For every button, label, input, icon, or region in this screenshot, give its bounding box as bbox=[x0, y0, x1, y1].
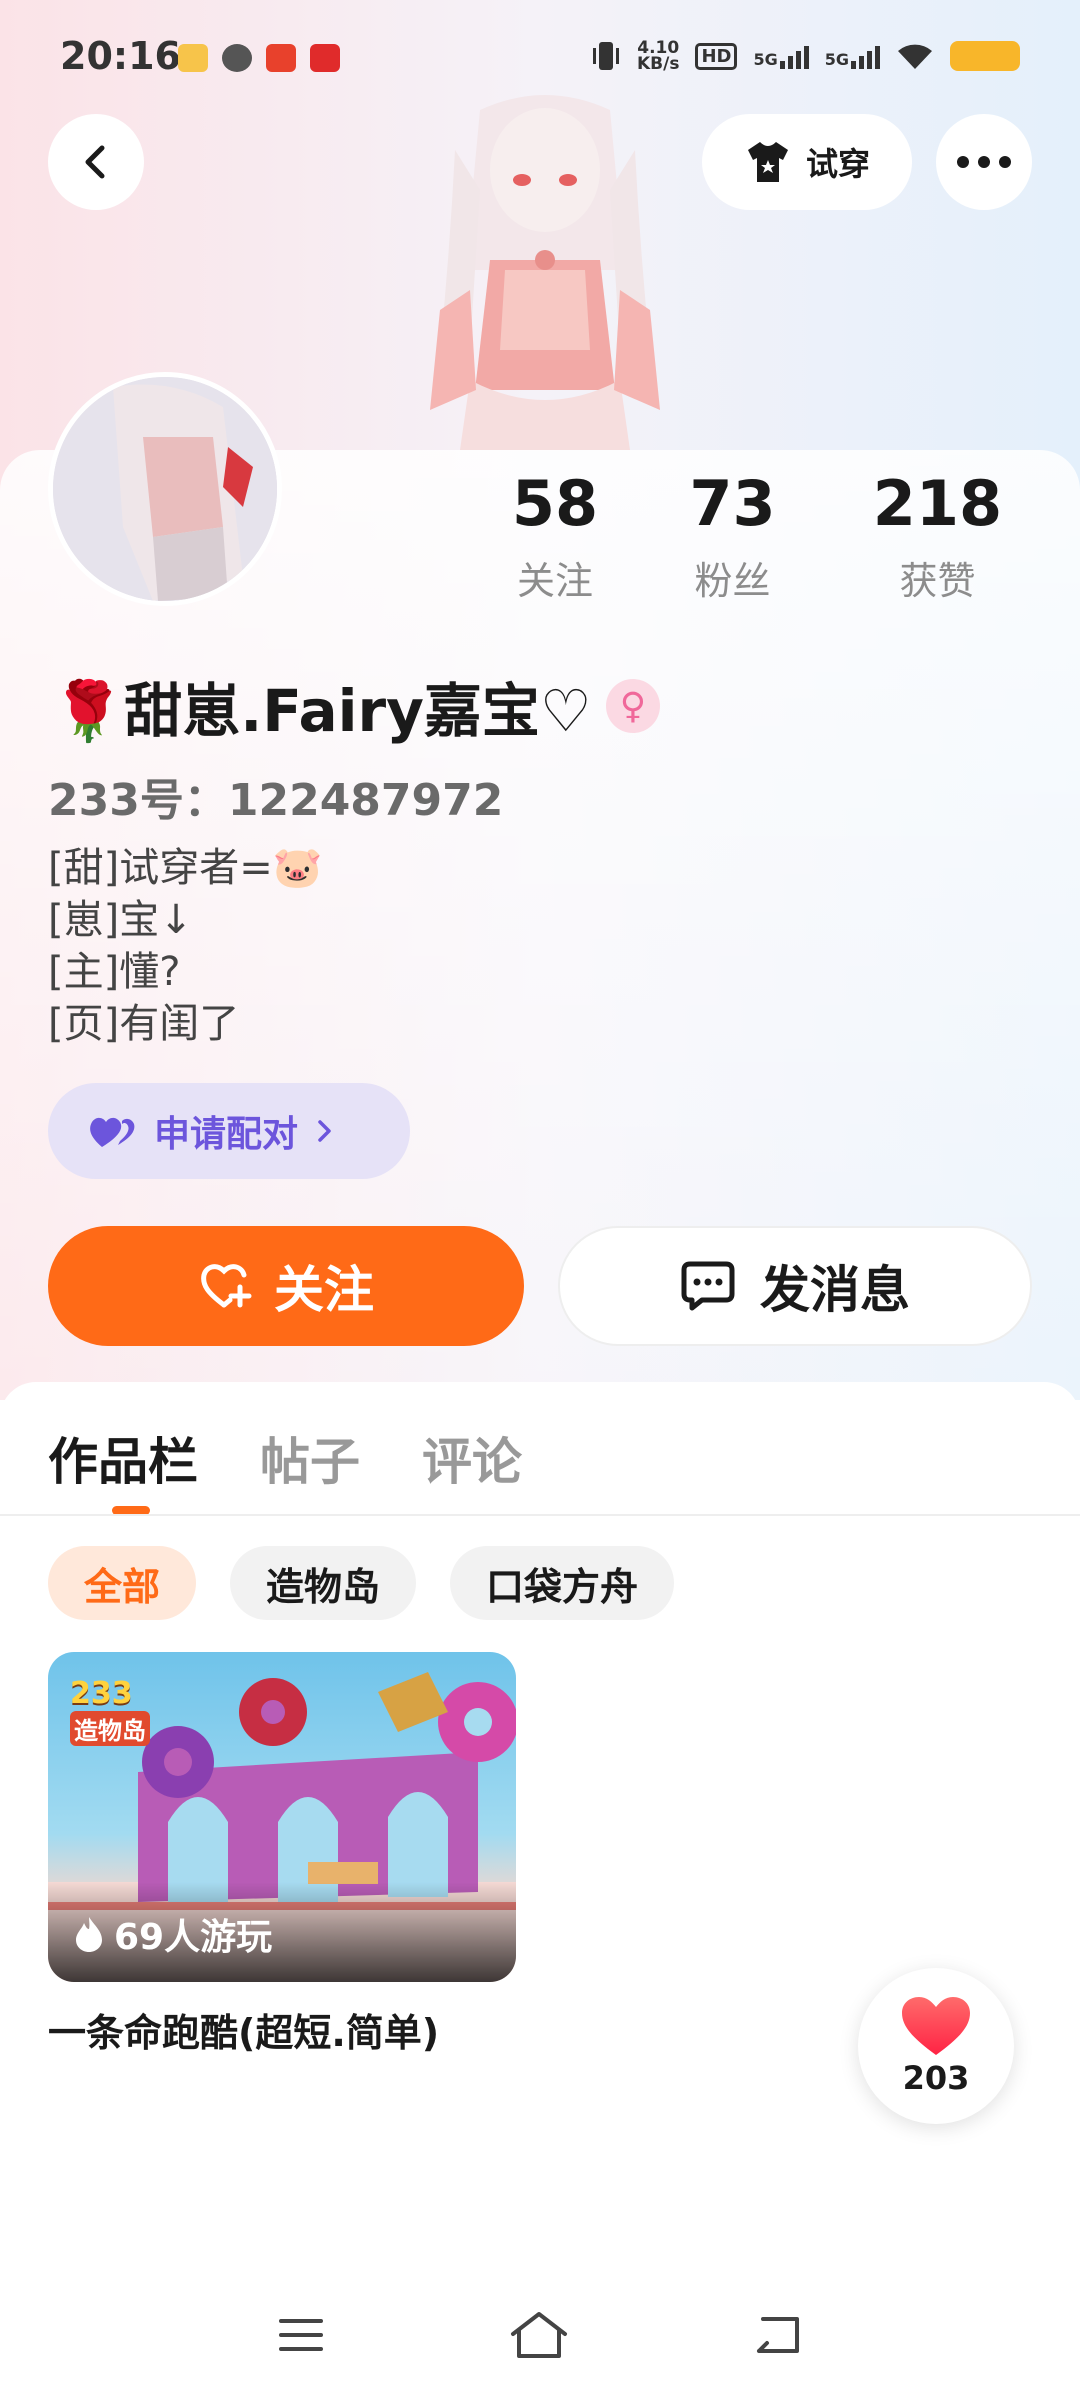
try-on-button[interactable]: 试穿 bbox=[702, 114, 912, 210]
bio-line: [页]有闺了 bbox=[48, 1001, 240, 1047]
logo-text-top: 233 bbox=[70, 1676, 133, 1711]
battery-icon bbox=[950, 41, 1020, 71]
system-navigation-bar bbox=[0, 2290, 1080, 2380]
stat-followers[interactable]: 73 粉丝 bbox=[630, 468, 835, 605]
content-panel: 作品栏 帖子 评论 全部 造物岛 口袋方舟 233 造物岛 69人游玩 一条命跑… bbox=[0, 1382, 1080, 2400]
bio-line: [主]懂? bbox=[48, 949, 181, 995]
heart-icon bbox=[902, 1997, 970, 2055]
chat-bubble-icon bbox=[681, 1261, 735, 1311]
tab-comments[interactable]: 评论 bbox=[422, 1422, 522, 1494]
speed-unit: KB/s bbox=[636, 54, 680, 74]
chevron-left-icon bbox=[85, 145, 105, 179]
signal-icon bbox=[851, 43, 880, 69]
network-speed: 4.10 KB/s bbox=[636, 40, 680, 74]
status-time: 20:16 bbox=[60, 34, 181, 78]
vibrate-icon bbox=[592, 42, 619, 70]
name-row: 🌹甜崽.Fairy嘉宝♡ ♀ bbox=[52, 664, 660, 748]
follow-label: 关注 bbox=[274, 1261, 374, 1319]
bio: [甜]试穿者=🐷 [崽]宝↓ [主]懂? [页]有闺了 bbox=[48, 842, 323, 1050]
more-dots-icon bbox=[957, 156, 1011, 168]
logo-text-bottom: 造物岛 bbox=[70, 1711, 150, 1746]
follow-button[interactable]: 关注 bbox=[48, 1226, 524, 1346]
play-count: 69人游玩 bbox=[74, 1908, 272, 1960]
home-icon bbox=[511, 2312, 567, 2358]
stat-following[interactable]: 58 关注 bbox=[480, 468, 630, 605]
tab-works[interactable]: 作品栏 bbox=[48, 1422, 198, 1494]
heart-plus-icon bbox=[201, 1264, 252, 1308]
more-button[interactable] bbox=[936, 114, 1032, 210]
menu-button[interactable] bbox=[266, 2300, 336, 2370]
bio-line: [甜]试穿者=🐷 bbox=[48, 845, 323, 891]
signal-label: 5G bbox=[753, 50, 778, 69]
flame-icon bbox=[76, 1917, 102, 1952]
request-pair-label: 申请配对 bbox=[154, 1114, 299, 1155]
work-card-thumbnail[interactable]: 233 造物岛 69人游玩 bbox=[48, 1652, 516, 1982]
return-icon bbox=[757, 2317, 799, 2353]
wifi-icon bbox=[898, 44, 932, 69]
signal-label: 5G bbox=[824, 50, 849, 69]
female-icon: ♀ bbox=[605, 679, 660, 733]
avatar-image bbox=[53, 377, 277, 601]
app-notification-icon bbox=[178, 44, 208, 72]
tab-posts[interactable]: 帖子 bbox=[260, 1422, 360, 1494]
avatar[interactable] bbox=[48, 372, 282, 606]
like-count: 203 bbox=[902, 2059, 970, 2097]
send-message-label: 发消息 bbox=[760, 1261, 910, 1319]
work-title[interactable]: 一条命跑酷(超短.简单) bbox=[48, 2002, 439, 2057]
wechat-icon bbox=[222, 44, 252, 72]
stat-value: 58 bbox=[511, 467, 599, 540]
filter-chip-creation-island[interactable]: 造物岛 bbox=[230, 1546, 417, 1620]
double-heart-icon bbox=[90, 1117, 135, 1147]
creation-island-logo: 233 造物岛 bbox=[70, 1676, 170, 1746]
status-right: 4.10 KB/s HD 5G 5G bbox=[591, 40, 1020, 74]
back-button[interactable] bbox=[48, 114, 144, 210]
send-message-button[interactable]: 发消息 bbox=[558, 1226, 1032, 1346]
user-name: 🌹甜崽.Fairy嘉宝♡ bbox=[52, 677, 592, 745]
stat-value: 218 bbox=[872, 467, 1003, 540]
try-on-label: 试穿 bbox=[805, 145, 870, 183]
filter-chips: 全部 造物岛 口袋方舟 bbox=[48, 1546, 675, 1620]
notification-icons bbox=[178, 44, 340, 72]
chevron-right-icon bbox=[318, 1120, 331, 1142]
like-floating-button[interactable]: 203 bbox=[858, 1968, 1014, 2124]
app-notification-icon bbox=[310, 44, 340, 72]
filter-chip-pocket-ark[interactable]: 口袋方舟 bbox=[450, 1546, 675, 1620]
stat-label: 关注 bbox=[516, 559, 593, 603]
divider bbox=[0, 1514, 1080, 1516]
app-notification-icon bbox=[266, 44, 296, 72]
back-nav-button[interactable] bbox=[744, 2300, 814, 2370]
content-tabs: 作品栏 帖子 评论 bbox=[48, 1422, 522, 1494]
user-id: 233号：122487972 bbox=[48, 775, 504, 826]
avatar-character-illustration bbox=[430, 95, 660, 450]
play-count-label: 69人游玩 bbox=[114, 1917, 273, 1958]
stat-label: 粉丝 bbox=[694, 559, 771, 603]
hd-badge: HD bbox=[695, 42, 738, 70]
bio-line: [崽]宝↓ bbox=[48, 897, 193, 943]
home-button[interactable] bbox=[504, 2300, 574, 2370]
stat-label: 获赞 bbox=[899, 559, 976, 603]
profile-stats: 58 关注 73 粉丝 218 获赞 bbox=[480, 468, 1040, 605]
stat-value: 73 bbox=[689, 467, 776, 540]
menu-icon bbox=[279, 2319, 323, 2351]
filter-chip-all[interactable]: 全部 bbox=[48, 1546, 197, 1620]
stat-likes[interactable]: 218 获赞 bbox=[835, 468, 1040, 605]
tshirt-icon bbox=[747, 142, 788, 182]
signal-icon bbox=[779, 43, 809, 69]
request-pair-button[interactable]: 申请配对 bbox=[48, 1083, 410, 1179]
